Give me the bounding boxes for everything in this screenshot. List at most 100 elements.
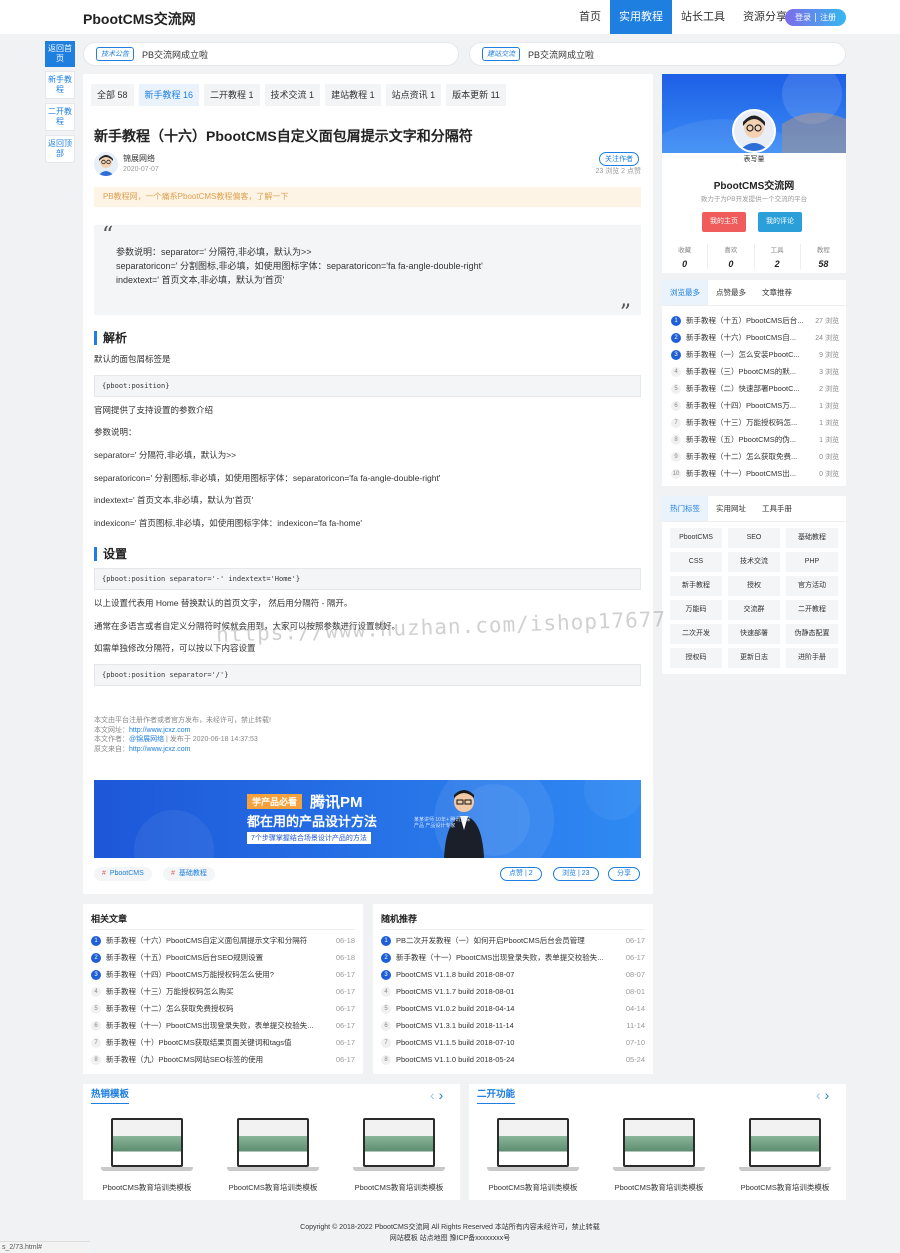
hot-tag[interactable]: 快速部署 — [728, 624, 780, 644]
hot-tag[interactable]: 授权 — [728, 576, 780, 596]
list-item[interactable]: 3 新手教程（十四）PbootCMS万能授权码怎么使用? 06-17 — [91, 966, 355, 983]
ranking-item[interactable]: 10 新手教程（十一）PbootCMS出... 0 浏览 — [671, 465, 839, 482]
list-item[interactable]: 6 PbootCMS V1.3.1 build 2018-11-14 11-14 — [381, 1017, 645, 1034]
list-item[interactable]: 5 新手教程（十二）怎么获取免费授权码 06-17 — [91, 1000, 355, 1017]
meta-link[interactable]: http://www.jcxz.com — [129, 746, 190, 753]
hot-tag[interactable]: 官方活动 — [786, 576, 838, 596]
register-button[interactable]: 注册 — [820, 12, 836, 23]
tab-build[interactable]: 建站教程 1 — [325, 84, 381, 106]
meta-author-link[interactable]: @锦展网络 — [129, 736, 164, 743]
template-thumbnail[interactable] — [227, 1118, 319, 1176]
hot-tag[interactable]: 二开教程 — [786, 600, 838, 620]
list-item[interactable]: 7 新手教程（十）PbootCMS获取结果页面关键词和tags值 06-17 — [91, 1034, 355, 1051]
sidebar-back-to-top[interactable]: 返回顶部 — [45, 135, 75, 163]
template-label[interactable]: PbootCMS教育培训类模板 — [725, 1182, 845, 1193]
tab-updates[interactable]: 版本更新 11 — [446, 84, 506, 106]
share-button[interactable]: 分享 — [608, 867, 640, 881]
my-comments-button[interactable]: 我的评论 — [758, 212, 802, 232]
template-thumbnail[interactable] — [487, 1118, 579, 1176]
nav-home[interactable]: 首页 — [570, 0, 610, 34]
prev-arrow-icon[interactable]: ‹ — [816, 1087, 821, 1103]
tab-dev[interactable]: 二开教程 1 — [204, 84, 260, 106]
ranking-item[interactable]: 2 新手教程（十六）PbootCMS自... 24 浏览 — [671, 329, 839, 346]
ranking-item[interactable]: 4 新手教程（三）PbootCMS的默... 3 浏览 — [671, 363, 839, 380]
like-button[interactable]: 点赞 | 2 — [500, 867, 542, 881]
login-button[interactable]: 登录 — [795, 12, 811, 23]
ranking-item[interactable]: 8 新手教程（五）PbootCMS的伪... 1 浏览 — [671, 431, 839, 448]
list-item[interactable]: 7 PbootCMS V1.1.5 build 2018-07-10 07-10 — [381, 1034, 645, 1051]
ad-banner[interactable]: 学产品必看 腾讯PM 都在用的产品设计方法 7个步骤掌握结合场景设计产品的方法 … — [94, 780, 641, 858]
list-item[interactable]: 1 PB二次开发教程（一）如何开启PbootCMS后台会员管理 06-17 — [381, 932, 645, 949]
list-item[interactable]: 8 新手教程（九）PbootCMS网站SEO标签的使用 06-17 — [91, 1051, 355, 1068]
hot-tag[interactable]: PbootCMS — [670, 528, 722, 548]
article-tag[interactable]: # PbootCMS — [94, 867, 152, 881]
template-label[interactable]: PbootCMS教育培训类模板 — [473, 1182, 593, 1193]
tab-recommended[interactable]: 文章推荐 — [754, 280, 800, 305]
next-arrow-icon[interactable]: › — [439, 1087, 444, 1103]
template-label[interactable]: PbootCMS教育培训类模板 — [599, 1182, 719, 1193]
notice-bar-left[interactable]: 技术公告 PB交流网成立啦 — [83, 42, 459, 66]
sidebar-beginner[interactable]: 新手教程 — [45, 71, 75, 99]
tab-most-viewed[interactable]: 浏览最多 — [662, 280, 708, 305]
tab-all[interactable]: 全部 58 — [91, 84, 134, 106]
template-label[interactable]: PbootCMS教育培训类模板 — [339, 1182, 459, 1193]
article-tag[interactable]: # 基础教程 — [163, 867, 215, 881]
author-avatar[interactable] — [94, 152, 118, 176]
hot-tag[interactable]: SEO — [728, 528, 780, 548]
tab-most-liked[interactable]: 点赞最多 — [708, 280, 754, 305]
template-thumbnail[interactable] — [613, 1118, 705, 1176]
hot-tag[interactable]: 交流群 — [728, 600, 780, 620]
hot-tag[interactable]: PHP — [786, 552, 838, 572]
sidebar-home[interactable]: 返回首页 — [45, 41, 75, 67]
list-item[interactable]: 4 新手教程（十三）万能授权码怎么购买 06-17 — [91, 983, 355, 1000]
hot-tag[interactable]: 更新日志 — [728, 648, 780, 668]
hot-tag[interactable]: 授权码 — [670, 648, 722, 668]
list-item[interactable]: 3 PbootCMS V1.1.8 build 2018-08-07 08-07 — [381, 966, 645, 983]
prev-arrow-icon[interactable]: ‹ — [430, 1087, 435, 1103]
ranking-item[interactable]: 7 新手教程（十三）万能授权码怎... 1 浏览 — [671, 414, 839, 431]
template-label[interactable]: PbootCMS教育培训类模板 — [213, 1182, 333, 1193]
list-item[interactable]: 2 新手教程（十一）PbootCMS出现登录失败，表单提交校验失... 06-17 — [381, 949, 645, 966]
hot-tag[interactable]: 基础教程 — [786, 528, 838, 548]
author-name[interactable]: 锦展网络 — [123, 153, 155, 164]
hot-tag[interactable]: 二次开发 — [670, 624, 722, 644]
my-homepage-button[interactable]: 我的主页 — [702, 212, 746, 232]
list-item[interactable]: 4 PbootCMS V1.1.7 build 2018-08-01 08-01 — [381, 983, 645, 1000]
template-thumbnail[interactable] — [739, 1118, 831, 1176]
tab-beginner[interactable]: 新手教程 16 — [138, 84, 200, 106]
template-thumbnail[interactable] — [101, 1118, 193, 1176]
tab-hot-tags[interactable]: 热门标签 — [662, 496, 708, 521]
hot-tag[interactable]: CSS — [670, 552, 722, 572]
list-item[interactable]: 5 PbootCMS V1.0.2 build 2018-04-14 04-14 — [381, 1000, 645, 1017]
list-item[interactable]: 8 PbootCMS V1.1.0 build 2018-05-24 05-24 — [381, 1051, 645, 1068]
hot-tag[interactable]: 新手教程 — [670, 576, 722, 596]
template-label[interactable]: PbootCMS教育培训类模板 — [87, 1182, 207, 1193]
tab-news[interactable]: 站点资讯 1 — [385, 84, 442, 106]
follow-author-button[interactable]: 关注作者 — [599, 152, 639, 166]
tab-tech[interactable]: 技术交流 1 — [264, 84, 321, 106]
template-thumbnail[interactable] — [353, 1118, 445, 1176]
ranking-item[interactable]: 9 新手教程（十二）怎么获取免费... 0 浏览 — [671, 448, 839, 465]
views-button[interactable]: 浏览 | 23 — [553, 867, 599, 881]
hot-tag[interactable]: 进阶手册 — [786, 648, 838, 668]
notice-bar-right[interactable]: 建站交流 PB交流网成立啦 — [469, 42, 846, 66]
list-item[interactable]: 6 新手教程（十一）PbootCMS出现登录失败，表单提交校验失... 06-17 — [91, 1017, 355, 1034]
tab-tool-manuals[interactable]: 工具手册 — [754, 496, 800, 521]
meta-link[interactable]: http://www.jcxz.com — [129, 727, 190, 734]
nav-tutorials[interactable]: 实用教程 — [610, 0, 672, 34]
hot-tag[interactable]: 伪静态配置 — [786, 624, 838, 644]
tip-banner[interactable]: PB教程网，一个痛系PbootCMS教程偏客，了解一下 — [94, 187, 641, 207]
nav-tools[interactable]: 站长工具 — [672, 0, 734, 34]
next-arrow-icon[interactable]: › — [825, 1087, 830, 1103]
ranking-item[interactable]: 5 新手教程（二）快速部署PbootC... 2 浏览 — [671, 380, 839, 397]
ranking-item[interactable]: 1 新手教程（十五）PbootCMS后台... 27 浏览 — [671, 312, 839, 329]
ranking-item[interactable]: 6 新手教程（十四）PbootCMS万... 1 浏览 — [671, 397, 839, 414]
hot-tag[interactable]: 技术交流 — [728, 552, 780, 572]
tab-useful-links[interactable]: 实用网址 — [708, 496, 754, 521]
ranking-item[interactable]: 3 新手教程（一）怎么安装PbootC... 9 浏览 — [671, 346, 839, 363]
list-item[interactable]: 1 新手教程（十六）PbootCMS自定义面包屑提示文字和分隔符 06-18 — [91, 932, 355, 949]
hot-tag[interactable]: 万能码 — [670, 600, 722, 620]
footer-links[interactable]: 网站模板 站点地图 豫ICP备xxxxxxxx号 — [0, 1233, 900, 1243]
site-logo[interactable]: PbootCMS交流网 — [83, 9, 196, 29]
profile-avatar[interactable] — [732, 109, 776, 153]
